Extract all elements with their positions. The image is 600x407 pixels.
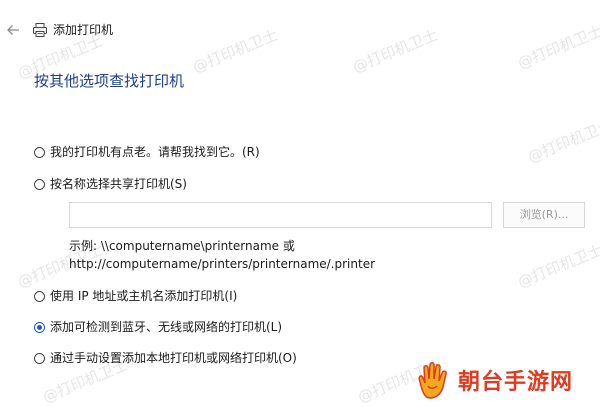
option-label: 使用 IP 地址或主机名添加打印机(I)	[50, 289, 238, 303]
radio-button[interactable]	[34, 352, 45, 364]
browse-button[interactable]: 浏览(R)...	[503, 202, 585, 228]
title-bar: 添加打印机	[0, 18, 600, 44]
radio-button[interactable]	[34, 146, 45, 158]
option-label: 我的打印机有点老。请帮我找到它。(R)	[50, 145, 260, 159]
site-logo: 朝台手游网	[412, 360, 598, 400]
option-label: 按名称选择共享打印机(S)	[50, 177, 187, 191]
watermark-text: @打印机卫士	[525, 115, 600, 167]
radio-button-selected[interactable]	[34, 321, 45, 333]
option-old-printer[interactable]: 我的打印机有点老。请帮我找到它。(R)	[34, 143, 260, 161]
option-bluetooth-wireless-network[interactable]: 添加可检测到蓝牙、无线或网络的打印机(L)	[34, 318, 282, 336]
radio-button[interactable]	[34, 290, 45, 302]
option-local-manual[interactable]: 通过手动设置添加本地打印机或网络打印机(O)	[34, 349, 297, 367]
option-ip-hostname[interactable]: 使用 IP 地址或主机名添加打印机(I)	[34, 287, 237, 305]
radio-button[interactable]	[34, 178, 45, 190]
logo-text: 朝台手游网	[458, 370, 574, 395]
option-label: 添加可检测到蓝牙、无线或网络的打印机(L)	[50, 320, 283, 334]
option-label: 通过手动设置添加本地打印机或网络打印机(O)	[50, 351, 297, 365]
option-shared-by-name[interactable]: 按名称选择共享打印机(S)	[34, 175, 187, 193]
hand-logo-icon	[412, 360, 454, 400]
example-text-line2: http://computername/printers/printername…	[69, 257, 376, 271]
watermark-text: @打印机卫士	[515, 240, 600, 292]
example-text-line1: 示例: \\computername\printername 或	[69, 239, 295, 253]
back-arrow-icon[interactable]	[4, 21, 22, 39]
page-heading: 按其他选项查找打印机	[34, 72, 185, 90]
printer-icon	[32, 22, 48, 38]
shared-printer-name-input[interactable]	[69, 202, 492, 228]
window-title: 添加打印机	[53, 23, 114, 37]
